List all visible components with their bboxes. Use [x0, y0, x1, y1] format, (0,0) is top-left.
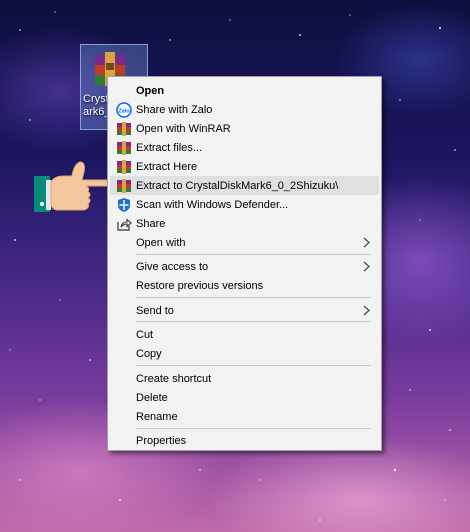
context-menu: Open Zalo Share with Zalo Open with WinR…: [107, 76, 382, 451]
zalo-icon: Zalo: [116, 101, 132, 118]
chevron-right-icon: [363, 237, 370, 248]
menu-separator: [136, 297, 371, 298]
menu-item-create-shortcut[interactable]: Create shortcut: [110, 369, 379, 388]
menu-item-delete[interactable]: Delete: [110, 388, 379, 407]
menu-item-label: Cut: [136, 328, 154, 341]
menu-separator: [136, 365, 371, 366]
menu-item-label: Rename: [136, 410, 178, 423]
svg-text:Zalo: Zalo: [118, 108, 130, 114]
menu-item-extract-files[interactable]: Extract files...: [110, 138, 379, 157]
menu-item-label: Give access to: [136, 260, 209, 273]
menu-item-give-access-to[interactable]: Give access to: [110, 257, 379, 276]
winrar-icon: [117, 159, 131, 174]
menu-item-label: Send to: [136, 304, 174, 317]
menu-item-label: Restore previous versions: [136, 279, 264, 292]
winrar-icon: [117, 140, 131, 155]
menu-item-open[interactable]: Open: [110, 81, 379, 100]
menu-item-label: Share: [136, 217, 166, 230]
menu-item-share-with-zalo[interactable]: Zalo Share with Zalo: [110, 100, 379, 119]
menu-item-label: Properties: [136, 434, 187, 447]
menu-item-extract-to-folder[interactable]: Extract to CrystalDiskMark6_0_2Shizuku\: [110, 176, 379, 195]
share-icon: [117, 217, 132, 231]
pointing-hand-icon: [34, 161, 117, 212]
menu-item-properties[interactable]: Properties: [110, 431, 379, 450]
menu-item-extract-here[interactable]: Extract Here: [110, 157, 379, 176]
menu-item-label: Extract files...: [136, 141, 203, 154]
menu-item-rename[interactable]: Rename: [110, 407, 379, 426]
menu-item-label: Delete: [136, 391, 168, 404]
menu-item-restore-previous-versions[interactable]: Restore previous versions: [110, 276, 379, 295]
menu-item-label: Copy: [136, 347, 162, 360]
menu-item-label: Open with WinRAR: [136, 122, 231, 135]
menu-item-label: Share with Zalo: [136, 103, 213, 116]
chevron-right-icon: [363, 261, 370, 272]
menu-item-label: Create shortcut: [136, 372, 212, 385]
menu-item-open-with[interactable]: Open with: [110, 233, 379, 252]
menu-item-label: Open: [136, 84, 165, 97]
menu-item-cut[interactable]: Cut: [110, 325, 379, 344]
menu-item-label: Open with: [136, 236, 186, 249]
windows-defender-icon: [118, 197, 130, 212]
menu-item-label: Scan with Windows Defender...: [136, 198, 289, 211]
menu-separator: [136, 254, 371, 255]
menu-item-copy[interactable]: Copy: [110, 344, 379, 363]
chevron-right-icon: [363, 305, 370, 316]
menu-separator: [136, 428, 371, 429]
menu-item-label: Extract Here: [136, 160, 198, 173]
menu-item-share[interactable]: Share: [110, 214, 379, 233]
winrar-icon: [117, 121, 131, 136]
menu-separator: [136, 321, 371, 322]
menu-item-label: Extract to CrystalDiskMark6_0_2Shizuku\: [136, 179, 339, 192]
menu-item-send-to[interactable]: Send to: [110, 301, 379, 320]
winrar-icon: [117, 178, 131, 193]
menu-item-scan-with-defender[interactable]: Scan with Windows Defender...: [110, 195, 379, 214]
menu-item-open-with-winrar[interactable]: Open with WinRAR: [110, 119, 379, 138]
